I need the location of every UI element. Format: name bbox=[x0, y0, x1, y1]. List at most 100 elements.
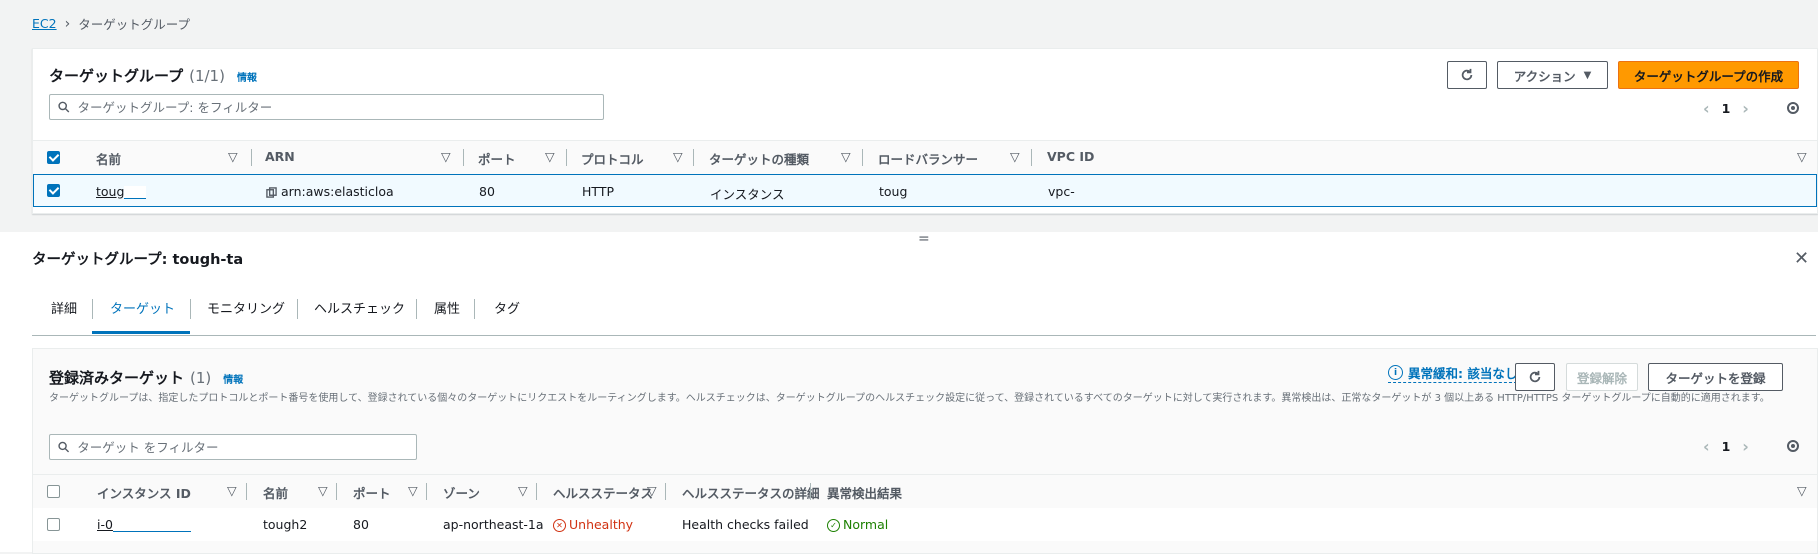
table-row[interactable]: i-0 tough2 80 ap-northeast-1a ✕ Unhealthy… bbox=[33, 508, 1817, 541]
create-target-group-button[interactable]: ターゲットグループの作成 bbox=[1618, 61, 1799, 89]
refresh-icon bbox=[1529, 370, 1541, 383]
col-name[interactable]: 名前 bbox=[263, 483, 288, 502]
col-protocol[interactable]: プロトコル bbox=[581, 149, 644, 168]
row-checkbox[interactable] bbox=[47, 518, 60, 531]
column-divider bbox=[693, 149, 694, 166]
panel-title-text: ターゲットグループ bbox=[49, 67, 184, 85]
targets-title: 登録済みターゲット (1) 情報 bbox=[49, 367, 243, 388]
select-all-checkbox[interactable] bbox=[47, 485, 60, 498]
sort-icon[interactable]: ▽ bbox=[1010, 149, 1020, 164]
sort-icon[interactable]: ▽ bbox=[1797, 483, 1807, 498]
sort-icon[interactable]: ▽ bbox=[227, 483, 237, 498]
column-divider bbox=[566, 149, 567, 166]
resize-handle-icon[interactable]: = bbox=[918, 231, 930, 247]
col-port[interactable]: ポート bbox=[478, 149, 516, 168]
instance-id-link[interactable]: i-0 bbox=[97, 517, 191, 532]
sort-icon[interactable]: ▽ bbox=[841, 149, 851, 164]
col-vpc-id[interactable]: VPC ID bbox=[1047, 149, 1094, 164]
caret-down-icon: ▼ bbox=[1583, 69, 1592, 81]
sort-icon[interactable]: ▽ bbox=[318, 483, 328, 498]
tab-monitoring[interactable]: モニタリング bbox=[207, 298, 285, 317]
search-icon bbox=[58, 441, 70, 453]
breadcrumb-current: ターゲットグループ bbox=[78, 17, 190, 32]
vpc-id-cell: vpc- bbox=[1048, 184, 1075, 199]
column-divider bbox=[862, 149, 863, 166]
page-number[interactable]: 1 bbox=[1722, 439, 1731, 454]
column-divider bbox=[665, 483, 666, 500]
col-health-status[interactable]: ヘルスステータス bbox=[553, 483, 653, 502]
info-link[interactable]: 情報 bbox=[237, 69, 257, 84]
sort-icon[interactable]: ▽ bbox=[673, 149, 683, 164]
search-input[interactable] bbox=[75, 98, 603, 116]
target-groups-panel: ターゲットグループ (1/1) 情報 アクション ▼ ターゲットグループの作成 … bbox=[32, 48, 1818, 214]
page-number[interactable]: 1 bbox=[1722, 101, 1731, 116]
chevron-right-icon: › bbox=[64, 15, 71, 32]
health-status-cell: ✕ Unhealthy bbox=[553, 517, 633, 532]
gear-icon[interactable] bbox=[1785, 438, 1801, 454]
sort-icon[interactable]: ▽ bbox=[545, 149, 555, 164]
tab-attributes[interactable]: 属性 bbox=[434, 298, 460, 317]
sort-icon[interactable]: ▽ bbox=[408, 483, 418, 498]
tab-health-check[interactable]: ヘルスチェック bbox=[314, 298, 405, 317]
col-name[interactable]: 名前 bbox=[96, 149, 121, 168]
targets-search[interactable] bbox=[49, 434, 417, 460]
detail-tabs: 詳細 ターゲット モニタリング ヘルスチェック 属性 タグ bbox=[32, 290, 1816, 336]
target-group-name-link[interactable]: toug bbox=[96, 184, 147, 199]
targets-count: (1) bbox=[190, 369, 212, 387]
health-status-value: Unhealthy bbox=[569, 517, 634, 532]
actions-label: アクション bbox=[1513, 68, 1576, 84]
registered-targets-panel: 登録済みターゲット (1) 情報 i 異常緩和: 該当なし 登録解除 ターゲット… bbox=[32, 348, 1818, 554]
col-port[interactable]: ポート bbox=[353, 483, 391, 502]
prev-page-icon[interactable]: ‹ bbox=[1703, 437, 1710, 456]
target-group-search[interactable] bbox=[49, 94, 604, 120]
register-targets-button[interactable]: ターゲットを登録 bbox=[1648, 363, 1783, 391]
tab-divider bbox=[416, 299, 417, 319]
next-page-icon[interactable]: › bbox=[1742, 437, 1749, 456]
actions-button[interactable]: アクション ▼ bbox=[1497, 61, 1608, 89]
col-instance-id[interactable]: インスタンス ID bbox=[97, 483, 191, 502]
tab-details[interactable]: 詳細 bbox=[51, 298, 77, 317]
info-link[interactable]: 情報 bbox=[223, 371, 243, 386]
column-divider bbox=[536, 483, 537, 500]
column-divider bbox=[246, 483, 247, 500]
tab-divider bbox=[92, 299, 93, 319]
col-zone[interactable]: ゾーン bbox=[443, 483, 480, 502]
targets-search-input[interactable] bbox=[75, 438, 416, 456]
sort-icon[interactable]: ▽ bbox=[518, 483, 528, 498]
gear-icon[interactable] bbox=[1785, 100, 1801, 116]
pagination: ‹ 1 › bbox=[1703, 99, 1749, 118]
sort-icon[interactable]: ▽ bbox=[228, 149, 238, 164]
anomaly-mitigation-link[interactable]: i 異常緩和: 該当なし bbox=[1388, 363, 1518, 383]
prev-page-icon[interactable]: ‹ bbox=[1703, 99, 1710, 118]
col-load-balancer[interactable]: ロードバランサー bbox=[878, 149, 978, 168]
table-row[interactable]: toug arn:aws:elasticloa 80 HTTP インスタンス t… bbox=[33, 174, 1817, 207]
refresh-button[interactable] bbox=[1515, 363, 1555, 391]
col-health-detail[interactable]: ヘルスステータスの詳細 bbox=[682, 483, 820, 502]
search-icon bbox=[58, 101, 70, 113]
column-divider bbox=[336, 483, 337, 500]
zone-cell: ap-northeast-1a bbox=[443, 517, 544, 532]
row-checkbox[interactable] bbox=[47, 184, 60, 197]
sort-icon[interactable]: ▽ bbox=[647, 483, 657, 498]
sort-icon[interactable]: ▽ bbox=[441, 149, 451, 164]
tab-tags[interactable]: タグ bbox=[494, 298, 520, 317]
sort-icon[interactable]: ▽ bbox=[1797, 149, 1807, 164]
select-all-checkbox[interactable] bbox=[47, 151, 60, 164]
breadcrumb: EC2 › ターゲットグループ bbox=[32, 14, 190, 33]
breadcrumb-ec2-link[interactable]: EC2 bbox=[32, 16, 57, 31]
col-target-type[interactable]: ターゲットの種類 bbox=[709, 149, 809, 168]
protocol-cell: HTTP bbox=[582, 184, 614, 199]
close-icon[interactable]: ✕ bbox=[1794, 248, 1809, 269]
copy-icon[interactable] bbox=[266, 187, 277, 198]
port-cell: 80 bbox=[353, 517, 369, 532]
info-circle-icon: i bbox=[1388, 365, 1403, 380]
col-arn[interactable]: ARN bbox=[265, 149, 295, 164]
tab-divider bbox=[297, 299, 298, 319]
arn-value: arn:aws:elasticloa bbox=[281, 184, 394, 199]
col-anomaly-result[interactable]: 異常検出結果 bbox=[827, 483, 902, 502]
deregister-button[interactable]: 登録解除 bbox=[1566, 363, 1638, 391]
health-detail-cell: Health checks failed bbox=[682, 517, 809, 532]
refresh-button[interactable] bbox=[1447, 61, 1487, 89]
next-page-icon[interactable]: › bbox=[1742, 99, 1749, 118]
tab-targets[interactable]: ターゲット bbox=[110, 298, 175, 317]
